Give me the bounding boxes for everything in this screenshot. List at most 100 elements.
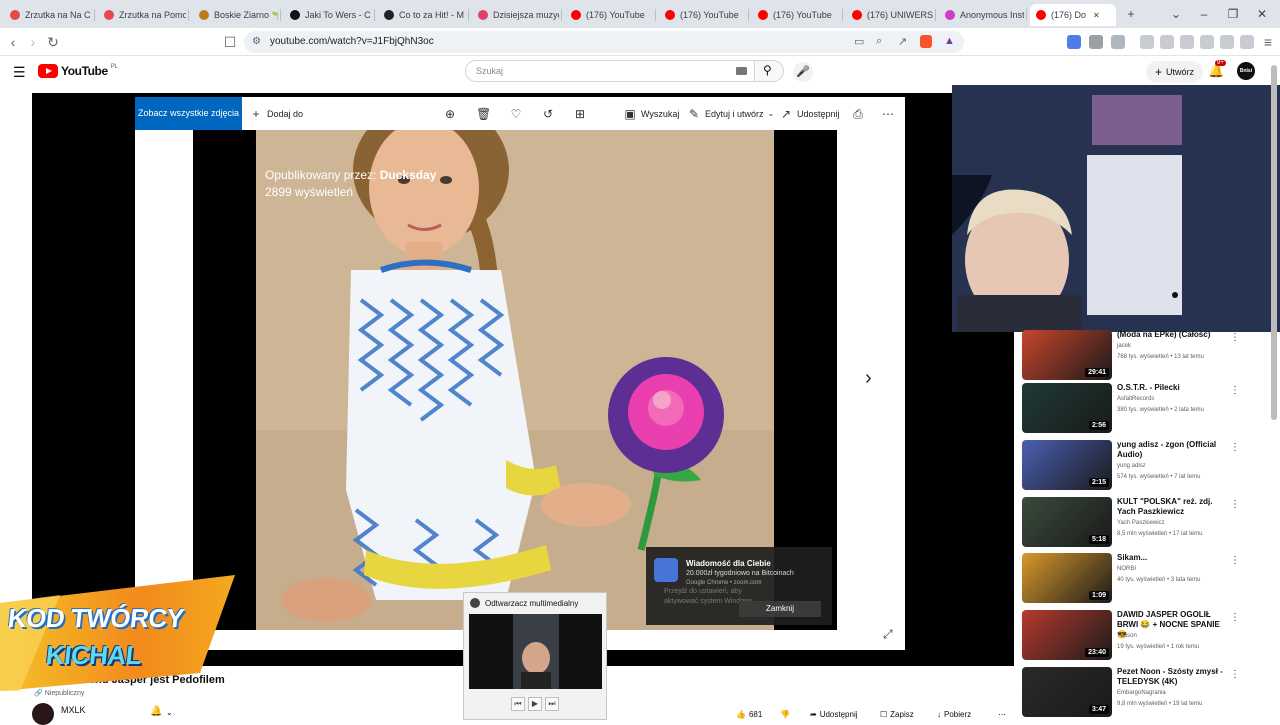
account-avatar[interactable]: Bnisi bbox=[1237, 62, 1255, 80]
reload-button[interactable]: ↻ bbox=[44, 33, 62, 51]
play-button[interactable]: ▶ bbox=[528, 697, 542, 711]
tab-search-icon[interactable]: ⌄ bbox=[1168, 6, 1184, 22]
notification-toast[interactable]: Wiadomość dla Ciebie 20.000zł tygodniowo… bbox=[646, 547, 832, 625]
more-actions-button[interactable]: ⋯ bbox=[998, 707, 1006, 721]
add-to-button[interactable]: + Dodaj do bbox=[249, 97, 303, 130]
translate-extension-icon[interactable] bbox=[1067, 35, 1081, 49]
like-button[interactable]: 👍 681 bbox=[736, 707, 762, 721]
more-vertical-icon[interactable]: ⋮ bbox=[1230, 669, 1240, 680]
recommended-video-title[interactable]: KULT "POLSKA" reż. zdj. Yach Paszkiewicz bbox=[1117, 497, 1229, 517]
browser-tab[interactable]: Jaki To Wers - C bbox=[284, 4, 372, 26]
recommended-channel-name[interactable]: AsfaltRecords bbox=[1117, 396, 1154, 402]
browser-tab[interactable]: Zrzutka na Pomo bbox=[98, 4, 186, 26]
download-icon[interactable] bbox=[1140, 35, 1154, 49]
recommended-video[interactable]: 1:09 Sikam... NORBI 40 tys. wyświetleń • 3 … bbox=[1022, 553, 1252, 605]
browser-tab[interactable]: Anonymous Inst bbox=[939, 4, 1024, 26]
download-button[interactable]: ↓ Pobierz bbox=[937, 707, 971, 721]
new-tab-button[interactable]: + bbox=[1123, 6, 1139, 22]
visual-search-button[interactable]: ▣ Wyszukaj bbox=[623, 97, 679, 130]
keyboard-icon[interactable] bbox=[736, 67, 747, 75]
subscribe-bell-icon[interactable]: 🔔 bbox=[150, 706, 162, 717]
video-thumbnail[interactable]: 3:47 bbox=[1022, 667, 1112, 717]
video-thumbnail[interactable]: 2:15 bbox=[1022, 440, 1112, 490]
site-info-icon[interactable]: ⚙ bbox=[252, 36, 261, 47]
browser-tab[interactable]: Zrzutka na Na C bbox=[4, 4, 92, 26]
recommended-channel-name[interactable]: NORBI bbox=[1117, 566, 1136, 572]
search-button[interactable]: ⚲ bbox=[754, 60, 784, 82]
back-button[interactable]: ‹ bbox=[4, 33, 22, 51]
recommended-video[interactable]: 23:40 DAWID JASPER OGOLIŁ BRWI 😂 + NOCNE … bbox=[1022, 610, 1252, 662]
browser-tab[interactable]: Dzisiejsza muzyc bbox=[472, 4, 559, 26]
previous-track-button[interactable]: ⏮ bbox=[511, 697, 525, 711]
recommended-channel-name[interactable]: yung adisz bbox=[1117, 463, 1146, 469]
save-button[interactable]: ☐ Zapisz bbox=[880, 707, 914, 721]
more-vertical-icon[interactable]: ⋮ bbox=[1230, 442, 1240, 453]
video-thumbnail[interactable]: 23:40 bbox=[1022, 610, 1112, 660]
create-button[interactable]: + Utwórz bbox=[1146, 61, 1204, 83]
recommended-video-title[interactable]: (Moda na EPke) (Całość) bbox=[1117, 330, 1229, 340]
zoom-icon[interactable]: ⌕ bbox=[876, 35, 882, 48]
browser-tab[interactable]: (176) YouTube bbox=[752, 4, 840, 26]
media-player-window[interactable]: Odtwarzacz multimedialny ⏮ ▶ ⏭ bbox=[463, 592, 607, 720]
extension-icon[interactable] bbox=[1089, 35, 1103, 49]
page-scrollbar[interactable] bbox=[1271, 65, 1277, 420]
crop-button[interactable]: ⊞ bbox=[573, 97, 587, 130]
delete-button[interactable]: 🗑 bbox=[476, 97, 491, 130]
leo-icon[interactable] bbox=[1220, 35, 1234, 49]
channel-name[interactable]: MXLK bbox=[61, 705, 86, 715]
extensions-puzzle-icon[interactable] bbox=[1111, 35, 1125, 49]
bookmark-icon[interactable]: ☐ bbox=[221, 33, 239, 51]
recommended-channel-name[interactable]: Tubson bbox=[1117, 633, 1137, 639]
print-button[interactable]: ⎙ bbox=[851, 97, 865, 130]
address-bar[interactable]: ⚙ youtube.com/watch?v=J1FbjQhN3oc ▭ ⌕ ↗ … bbox=[244, 31, 964, 53]
zoom-in-button[interactable]: ⊕ bbox=[443, 97, 457, 130]
cast-icon[interactable]: ▭ bbox=[854, 35, 864, 48]
video-thumbnail[interactable]: 1:09 bbox=[1022, 553, 1112, 603]
share-page-icon[interactable]: ↗ bbox=[898, 35, 907, 48]
notification-close-button[interactable]: Zamknij bbox=[739, 601, 821, 617]
brave-shield-icon[interactable] bbox=[920, 35, 932, 48]
browser-tab[interactable]: Boskie Ziarno 🌱 bbox=[193, 4, 278, 26]
recommended-video[interactable]: 29:41 (Moda na EPke) (Całość) jacek 768 tys… bbox=[1022, 330, 1252, 382]
recommended-channel-name[interactable]: Yach Paszkiewicz bbox=[1117, 520, 1165, 526]
browser-tab[interactable]: (176) YouTube bbox=[659, 4, 746, 26]
restore-button[interactable]: ❐ bbox=[1225, 6, 1241, 22]
minimize-button[interactable]: – bbox=[1196, 6, 1212, 22]
browser-tab[interactable]: (176) Do ✕ bbox=[1030, 4, 1116, 26]
edit-create-button[interactable]: ✎ Edytuj i utwórz ⌄ bbox=[687, 97, 774, 130]
more-vertical-icon[interactable]: ⋮ bbox=[1230, 555, 1240, 566]
recommended-channel-name[interactable]: EmbargoNagrania bbox=[1117, 690, 1166, 696]
browser-tab[interactable]: (176) YouTube bbox=[565, 4, 653, 26]
video-thumbnail[interactable]: 5:18 bbox=[1022, 497, 1112, 547]
see-all-photos-button[interactable]: Zobacz wszystkie zdjęcia bbox=[135, 97, 242, 130]
search-input[interactable]: Szukaj bbox=[465, 60, 755, 82]
music-icon[interactable] bbox=[1160, 35, 1174, 49]
browser-tab[interactable]: Co to za Hit! - M bbox=[378, 4, 466, 26]
wallet-icon[interactable] bbox=[1200, 35, 1214, 49]
video-thumbnail[interactable]: 29:41 bbox=[1022, 330, 1112, 380]
rewards-icon[interactable]: ▲ bbox=[944, 35, 955, 47]
browser-tab[interactable]: (176) UNIWERSU bbox=[846, 4, 933, 26]
video-thumbnail[interactable]: 2:56 bbox=[1022, 383, 1112, 433]
voice-search-button[interactable]: 🎤 bbox=[793, 62, 813, 82]
more-vertical-icon[interactable]: ⋮ bbox=[1230, 385, 1240, 396]
youtube-logo[interactable]: YouTube PL bbox=[38, 64, 118, 78]
forward-button[interactable]: › bbox=[24, 33, 42, 51]
vpn-icon[interactable] bbox=[1240, 35, 1254, 49]
more-vertical-icon[interactable]: ⋮ bbox=[1230, 612, 1240, 623]
menu-icon[interactable]: ≡ bbox=[1259, 33, 1277, 51]
fullscreen-icon[interactable]: ⤢ bbox=[883, 627, 893, 642]
sidebar-icon[interactable] bbox=[1180, 35, 1194, 49]
recommended-video-title[interactable]: Sikam... bbox=[1117, 553, 1229, 563]
more-options-button[interactable]: ⋯ bbox=[881, 97, 895, 130]
rotate-button[interactable]: ↺ bbox=[541, 97, 555, 130]
more-vertical-icon[interactable]: ⋮ bbox=[1230, 499, 1240, 510]
hamburger-menu-icon[interactable]: ☰ bbox=[13, 65, 26, 79]
recommended-video[interactable]: 2:15 yung adisz - zgon (Official Audio) yu… bbox=[1022, 440, 1252, 492]
share-button[interactable]: ➦ Udostępnij bbox=[810, 707, 858, 721]
tab-close-icon[interactable]: ✕ bbox=[1093, 11, 1100, 20]
close-window-button[interactable]: ✕ bbox=[1254, 6, 1270, 22]
recommended-video[interactable]: 5:18 KULT "POLSKA" reż. zdj. Yach Paszkie… bbox=[1022, 497, 1252, 549]
recommended-video-title[interactable]: Pezet Noon - Szósty zmysł - TELEDYSK (4K… bbox=[1117, 667, 1229, 687]
favorite-button[interactable]: ♡ bbox=[509, 97, 523, 130]
